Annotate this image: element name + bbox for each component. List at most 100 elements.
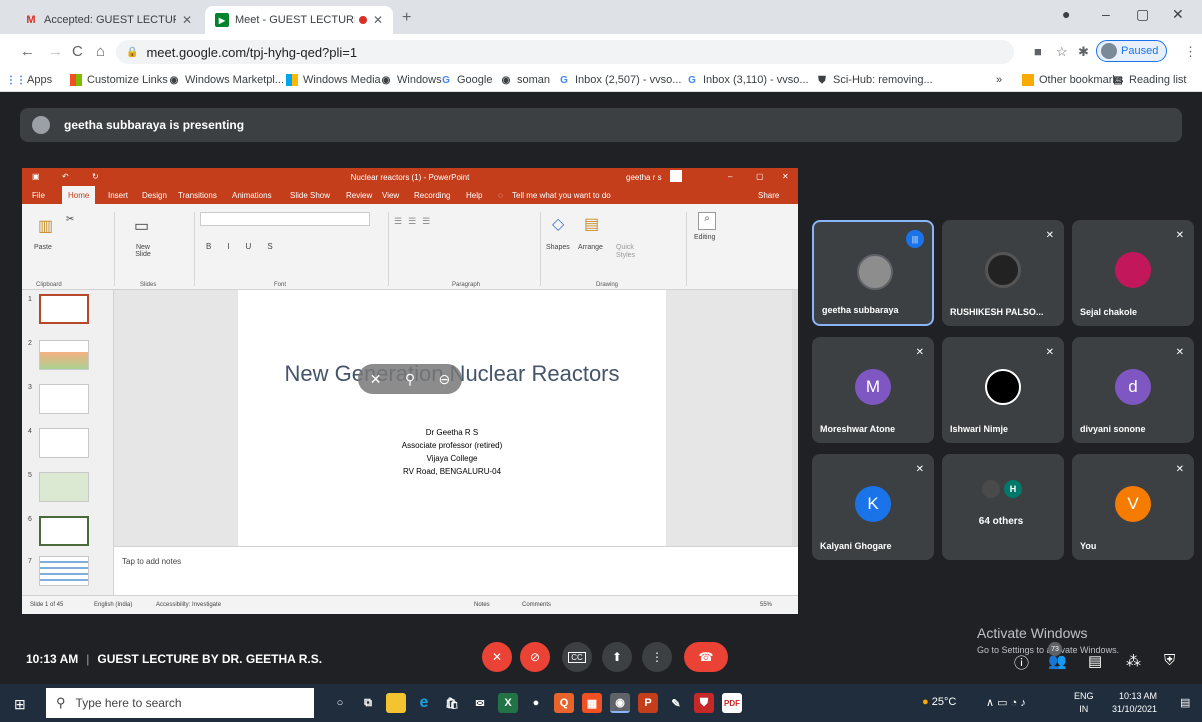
windows-start-icon[interactable]: ⊞ <box>14 696 26 713</box>
camera-icon[interactable]: ■ <box>1034 44 1042 59</box>
address-bar[interactable]: 🔒 meet.google.com/tpj-hyhg-qed?pli=1 <box>116 40 1014 64</box>
avatar <box>857 254 893 290</box>
ppt-tab-help: Help <box>466 191 483 200</box>
tab-search-icon[interactable]: ● <box>1062 6 1070 22</box>
participant-tile-others[interactable]: H 64 others <box>942 454 1064 560</box>
extensions-icon[interactable]: ✱ <box>1078 44 1089 60</box>
bookmarks-overflow[interactable]: » <box>996 74 1002 86</box>
star-icon[interactable]: ☆ <box>1056 44 1068 60</box>
shield-app-icon[interactable]: ⛊ <box>694 693 714 713</box>
chrome-icon[interactable]: ◉ <box>610 693 630 713</box>
thumb-number: 2 <box>28 340 32 347</box>
new-slide-icon: ▭ <box>134 218 150 235</box>
more-options-button[interactable]: ⋮ <box>642 642 672 672</box>
arrange-icon: ▤ <box>584 216 600 233</box>
task-view-icon[interactable]: ⧉ <box>358 693 378 713</box>
meeting-details-button[interactable]: ⓘ <box>1014 652 1029 673</box>
bookmark-other[interactable]: Other bookmarks <box>1022 74 1123 86</box>
people-app-icon[interactable]: ● <box>526 693 546 713</box>
participant-tile[interactable]: ✕ K Kalyani Ghogare <box>812 454 934 560</box>
close-window-button[interactable]: ✕ <box>1172 6 1184 23</box>
meeting-info: 10:13 AM | GUEST LECTURE BY DR. GEETHA R… <box>26 652 322 666</box>
ppt-tell-me: Tell me what you want to do <box>512 191 611 200</box>
arrange-label: Arrange <box>578 244 603 251</box>
ppt-tab-file: File <box>32 191 45 200</box>
activities-button[interactable]: ⁂ <box>1126 652 1141 670</box>
slide-subtitle: Dr Geetha R S Associate professor (retir… <box>238 426 666 478</box>
present-button[interactable]: ⬆ <box>602 642 632 672</box>
bookmark-inbox-2[interactable]: G Inbox (3,110) - vvso... <box>686 74 808 86</box>
leave-call-button[interactable]: ☎ <box>684 642 728 672</box>
participant-name: Sejal chakole <box>1080 307 1138 317</box>
bookmark-inbox-1[interactable]: G Inbox (2,507) - vvso... <box>558 74 681 86</box>
mic-off-icon[interactable]: ✕ <box>370 371 382 388</box>
participant-tile[interactable]: ✕ RUSHIKESH PALSO... <box>942 220 1064 326</box>
avatar <box>32 116 50 134</box>
shared-screen-overlay-controls[interactable]: ✕ ⚲ ⊖ <box>358 364 462 394</box>
slide-line: Vijaya College <box>426 454 478 463</box>
captions-button[interactable]: CC <box>562 642 592 672</box>
edge-icon[interactable]: e <box>414 693 434 713</box>
input-language[interactable]: ENG IN <box>1074 690 1094 716</box>
tab-title: Accepted: GUEST LECTURE BY DR <box>44 14 176 26</box>
bookmark-scihub[interactable]: ⛊ Sci-Hub: removing... <box>816 74 932 86</box>
notifications-icon[interactable]: ▤ <box>1180 696 1190 709</box>
office-icon[interactable]: ▦ <box>582 693 602 713</box>
remove-icon[interactable]: ⊖ <box>439 371 451 388</box>
thumb-number: 3 <box>28 384 32 391</box>
participant-tile[interactable]: ✕ M Moreshwar Atone <box>812 337 934 443</box>
participant-tile[interactable]: ||| geetha subbaraya <box>812 220 934 326</box>
cortana-icon[interactable]: ○ <box>330 693 350 713</box>
pin-icon[interactable]: ⚲ <box>405 371 415 388</box>
bookmark-windows[interactable]: ◉ Windows <box>380 74 442 86</box>
mic-toggle-button[interactable]: ✕ <box>482 642 512 672</box>
reload-icon[interactable]: C <box>72 43 83 60</box>
minimize-button[interactable]: – <box>1102 6 1110 22</box>
participant-tile[interactable]: ✕ Sejal chakole <box>1072 220 1194 326</box>
forward-icon[interactable]: → <box>48 43 63 60</box>
profile-label: Paused <box>1121 45 1159 57</box>
more-vert-icon: ⋮ <box>651 650 663 664</box>
excel-icon[interactable]: X <box>498 693 518 713</box>
bookmark-apps[interactable]: ⋮⋮ Apps <box>6 74 52 86</box>
bookmark-google[interactable]: G Google <box>440 74 492 86</box>
participant-tile[interactable]: ✕ d divyani sonone <box>1072 337 1194 443</box>
bookmark-reading-list[interactable]: ▤ Reading list <box>1112 74 1186 86</box>
maximize-icon: ▢ <box>756 172 764 181</box>
participant-tile-self[interactable]: ✕ V You <box>1072 454 1194 560</box>
slide-thumbnail <box>39 294 89 324</box>
host-controls-button[interactable]: ⛨ <box>1164 652 1175 669</box>
chat-button[interactable]: ▤ <box>1088 652 1102 670</box>
paint-icon[interactable]: ✎ <box>666 693 686 713</box>
new-tab-button[interactable]: + <box>402 9 411 27</box>
file-explorer-icon[interactable] <box>386 693 406 713</box>
slide-counter: Slide 1 of 45 <box>30 602 64 608</box>
app-q-icon[interactable]: Q <box>554 693 574 713</box>
mail-icon[interactable]: ✉ <box>470 693 490 713</box>
taskbar-search[interactable]: ⚲ Type here to search <box>46 688 314 718</box>
bookmark-windows-media[interactable]: Windows Media <box>286 74 381 86</box>
bookmark-customize-links[interactable]: Customize Links <box>70 74 168 86</box>
bookmark-soman[interactable]: ◉ soman <box>500 74 550 86</box>
hang-up-icon: ☎ <box>698 650 714 664</box>
maximize-button[interactable]: ▢ <box>1136 6 1149 23</box>
pdf-icon[interactable]: PDF <box>722 693 742 713</box>
tab-meet[interactable]: ▶ Meet - GUEST LECTURE BY D ✕ <box>205 6 393 34</box>
home-icon[interactable]: ⌂ <box>96 43 105 60</box>
participant-tile[interactable]: ✕ Ishwari Nimje <box>942 337 1064 443</box>
close-icon[interactable]: ✕ <box>373 13 383 27</box>
bookmark-windows-marketplace[interactable]: ◉ Windows Marketpl... <box>168 74 284 86</box>
back-icon[interactable]: ← <box>20 43 35 60</box>
taskbar-clock[interactable]: 10:13 AM 31/10/2021 <box>1112 690 1157 716</box>
powerpoint-icon[interactable]: P <box>638 693 658 713</box>
tab-gmail[interactable]: M Accepted: GUEST LECTURE BY DR ✕ <box>14 6 202 34</box>
profile-button[interactable]: Paused <box>1096 40 1168 62</box>
clock-time: 10:13 AM <box>1119 691 1158 701</box>
menu-icon[interactable]: ⋮ <box>1184 44 1197 60</box>
close-icon[interactable]: ✕ <box>182 13 192 27</box>
camera-toggle-button[interactable]: ⊘ <box>520 642 550 672</box>
store-icon[interactable]: 🛍 <box>442 693 462 713</box>
ppt-tab-review: Review <box>346 191 373 200</box>
weather-widget[interactable]: ● 25°C <box>922 696 956 708</box>
system-tray-icons[interactable]: ∧ ▭ ◔ ♪ <box>986 696 1026 709</box>
